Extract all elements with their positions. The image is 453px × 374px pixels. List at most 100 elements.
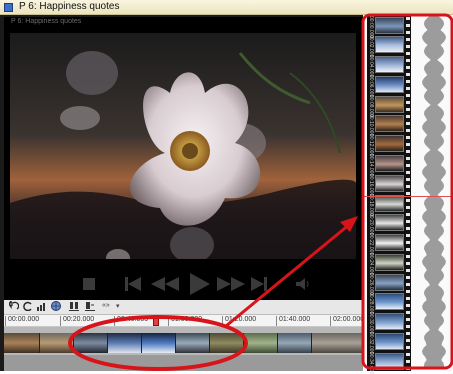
film-perforation	[406, 227, 410, 230]
clip-thumbnail[interactable]	[40, 333, 74, 353]
filmstrip-frame[interactable]	[375, 293, 404, 311]
film-perforation	[406, 262, 410, 265]
film-perforation	[406, 367, 410, 370]
play-button[interactable]	[188, 272, 212, 296]
split-icon	[68, 302, 79, 311]
rewind-button[interactable]	[150, 275, 180, 293]
stop-icon	[83, 278, 95, 290]
audio-track[interactable]	[4, 355, 364, 371]
quote-marker[interactable]: «»	[102, 302, 110, 309]
clip-thumbnail[interactable]	[176, 333, 210, 353]
rotate-icon	[22, 301, 32, 312]
film-perforation	[406, 269, 410, 272]
trim-icon	[84, 302, 95, 311]
video-preview-image	[10, 33, 356, 259]
film-perforation	[406, 31, 410, 34]
timeline-ruler[interactable]: 00:00.000 00:20.000 00:40.000 01:00.000 …	[4, 315, 364, 327]
filmstrip-frame[interactable]	[375, 234, 404, 252]
effects-button[interactable]	[50, 301, 61, 313]
filmstrip-frame[interactable]	[375, 75, 404, 93]
film-perforation	[406, 108, 410, 111]
fast-forward-icon	[217, 277, 245, 291]
app-icon	[4, 3, 13, 12]
clip-thumbnail[interactable]	[210, 333, 244, 353]
video-overlay-title: P 6: Happiness quotes	[11, 18, 82, 25]
film-perforation	[406, 297, 410, 300]
filmstrip-frame[interactable]	[375, 154, 404, 172]
timeline-toolbar: «» ▾	[4, 298, 364, 315]
film-perforation	[406, 59, 410, 62]
film-perforation	[406, 101, 410, 104]
film-perforation	[406, 66, 410, 69]
ruler-tick-label: 02:00.000	[329, 316, 365, 326]
film-perforation	[406, 129, 410, 132]
film-perforation	[406, 87, 410, 90]
filmstrip-frame[interactable]	[375, 174, 404, 192]
go-to-start-button[interactable]	[124, 275, 142, 293]
film-perforation	[406, 178, 410, 181]
clip-thumbnail[interactable]	[4, 333, 40, 353]
video-player: P 6: Happiness quotes	[4, 17, 364, 300]
audio-level-button[interactable]	[36, 301, 47, 313]
timeline-track[interactable]	[4, 327, 364, 371]
film-perforation	[406, 122, 410, 125]
clip-thumbnail[interactable]	[74, 333, 108, 353]
film-perforation	[406, 255, 410, 258]
filmstrip-frame[interactable]	[375, 273, 404, 291]
filmstrip-timecode: 00:06.000	[368, 74, 374, 98]
split-clip-button[interactable]	[68, 301, 79, 313]
clip-thumbnail[interactable]	[244, 333, 278, 353]
clip-thumbnail[interactable]	[278, 333, 312, 353]
film-perforation	[406, 73, 410, 76]
window-title-bar: P 6: Happiness quotes	[0, 0, 453, 15]
ruler-tick-label: 00:40.000	[113, 316, 149, 326]
film-perforation	[406, 80, 410, 83]
volume-button[interactable]	[294, 275, 312, 293]
position-marker-line	[364, 196, 453, 197]
clip-thumbnail[interactable]	[108, 333, 142, 353]
go-to-end-button[interactable]	[250, 275, 268, 293]
trim-clip-button[interactable]	[84, 301, 95, 313]
filmstrip-timecode: 00:24.000	[368, 252, 374, 276]
undo-button[interactable]	[7, 298, 19, 313]
audio-waveform	[417, 15, 451, 371]
undo-icon	[7, 298, 19, 310]
film-perforation	[406, 311, 410, 314]
film-perforation	[406, 206, 410, 209]
filmstrip-frame[interactable]	[375, 214, 404, 232]
globe-icon	[50, 301, 61, 311]
stop-button[interactable]	[80, 275, 98, 293]
filmstrip-timecode: 00:32.000	[368, 331, 374, 355]
film-perforation	[406, 234, 410, 237]
film-perforation	[406, 304, 410, 307]
film-perforation	[406, 213, 410, 216]
timeline-playhead[interactable]	[153, 315, 159, 326]
film-perforation	[406, 45, 410, 48]
film-perforation	[406, 360, 410, 363]
filmstrip-frame[interactable]	[375, 253, 404, 271]
filmstrip-frame[interactable]	[375, 56, 404, 74]
filmstrip[interactable]: 00:00.000 00:02.000 00:04.000 00:06.000 00:0…	[367, 15, 411, 374]
video-clip-strip[interactable]	[4, 333, 364, 353]
filmstrip-frame[interactable]	[375, 352, 404, 370]
rotate-button[interactable]	[22, 301, 33, 313]
filmstrip-frame[interactable]	[375, 332, 404, 350]
film-perforation	[406, 24, 410, 27]
clip-thumbnail[interactable]	[142, 333, 176, 353]
skip-forward-icon	[251, 277, 267, 291]
filmstrip-frame[interactable]	[375, 313, 404, 331]
filmstrip-frame[interactable]	[375, 95, 404, 113]
film-perforation	[406, 248, 410, 251]
filmstrip-frame[interactable]	[375, 194, 404, 212]
film-perforation	[406, 164, 410, 167]
toolbar-dropdown-arrow[interactable]: ▾	[116, 302, 120, 310]
filmstrip-frame[interactable]	[375, 135, 404, 153]
fast-forward-button[interactable]	[216, 275, 246, 293]
playback-controls	[4, 269, 364, 300]
filmstrip-frame[interactable]	[375, 16, 404, 34]
filmstrip-frame[interactable]	[375, 36, 404, 54]
clip-thumbnail[interactable]	[312, 333, 364, 353]
film-perforation	[406, 325, 410, 328]
filmstrip-frame[interactable]	[375, 115, 404, 133]
film-perforation	[406, 38, 410, 41]
